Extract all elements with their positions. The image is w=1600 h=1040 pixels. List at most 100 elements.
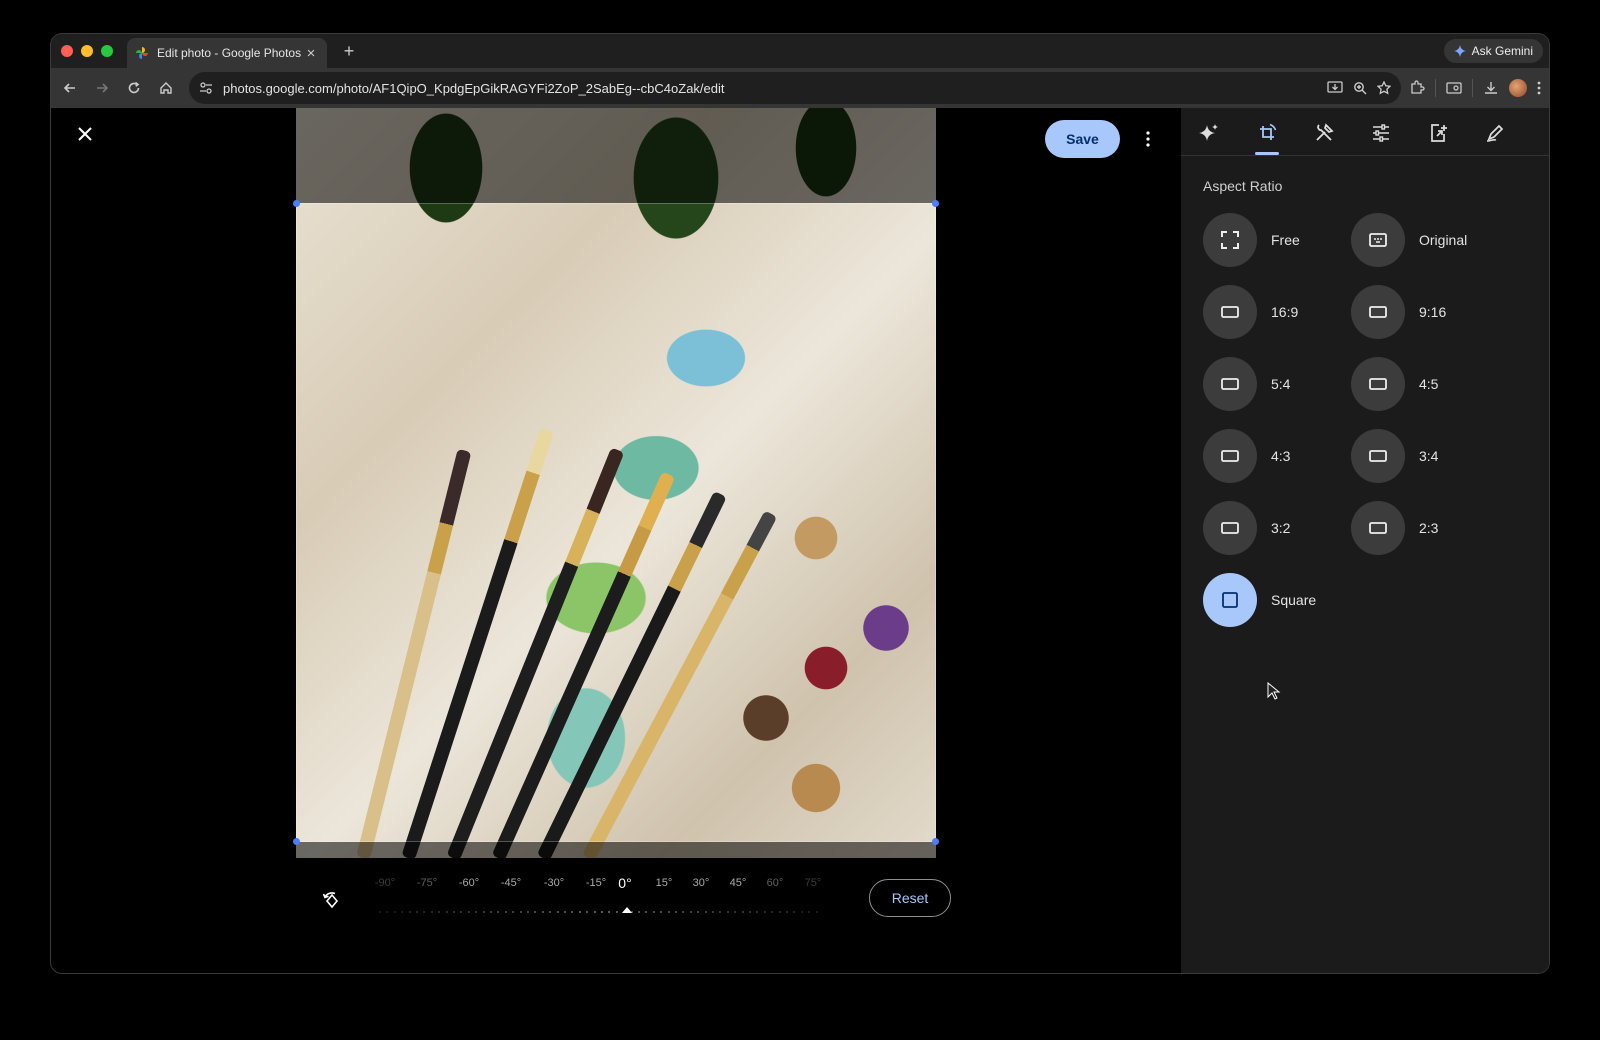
aspect-3-4-label: 3:4 [1419,448,1439,464]
original-ratio-icon [1351,213,1405,267]
new-tab-button[interactable]: + [337,39,361,63]
close-editor-button[interactable] [71,120,99,148]
dial-tick [712,911,714,913]
rectangle-icon [1203,429,1257,483]
zoom-icon[interactable] [1353,81,1367,95]
reset-button[interactable]: Reset [869,879,951,917]
crop-frame[interactable] [293,200,939,845]
side-panel-search-icon[interactable] [1446,80,1462,96]
crop-handle-bottom-left[interactable] [293,838,300,845]
dial-label: 30° [692,877,710,889]
aspect-2-3-option[interactable]: 2:3 [1351,501,1438,555]
sparkle-icon [1199,124,1218,141]
back-button[interactable] [54,72,86,104]
dial-tick [704,911,707,913]
dial-tick [645,911,648,913]
dial-tick [689,911,692,913]
bookmark-star-icon[interactable] [1377,81,1391,95]
dial-tick [393,911,396,913]
ask-gemini-button[interactable]: Ask Gemini [1443,39,1543,63]
dial-tick [593,911,596,913]
aspect-4-3-label: 4:3 [1271,448,1291,464]
maximize-window-button[interactable] [101,45,113,57]
dial-tick [586,911,589,913]
profile-avatar[interactable] [1509,79,1527,97]
rectangle-icon [1351,357,1405,411]
download-icon[interactable] [1483,80,1499,96]
dial-tick [800,911,803,913]
dial-tick [401,911,404,913]
dial-tick [638,911,640,913]
rotate-button[interactable] [319,888,345,914]
dial-tick [675,911,677,913]
dial-tick [475,911,478,913]
aspect-9-16-option[interactable]: 9:16 [1351,285,1446,339]
aspect-original-label: Original [1419,232,1468,248]
dial-label: -90° [374,877,396,889]
mouse-cursor-icon [1267,682,1281,700]
minimize-window-button[interactable] [81,45,93,57]
forward-button[interactable] [86,72,118,104]
dial-tick [379,911,381,913]
straighten-dial[interactable]: -90° -75° -60° -45° -30° -15° 0° 15° 30°… [371,873,831,923]
address-bar[interactable]: photos.google.com/photo/AF1QipO_KpdgEpGi… [189,72,1401,104]
browser-toolbar: photos.google.com/photo/AF1QipO_KpdgEpGi… [51,68,1549,108]
extensions-icon[interactable] [1409,80,1425,96]
more-options-button[interactable] [1136,124,1160,154]
browser-menu-icon[interactable] [1537,81,1541,95]
aspect-4-5-option[interactable]: 4:5 [1351,357,1438,411]
aspect-3-2-option[interactable]: 3:2 [1203,501,1290,555]
tab-tools[interactable] [1307,116,1341,150]
aspect-5-4-option[interactable]: 5:4 [1203,357,1290,411]
tab-crop-rotate[interactable] [1250,116,1284,150]
aspect-ratio-title: Aspect Ratio [1203,178,1283,194]
tab-close-icon[interactable]: × [303,45,319,62]
rectangle-icon [1351,285,1405,339]
crop-handle-top-left[interactable] [293,200,300,207]
dial-tick [793,911,796,913]
dial-tick [453,911,455,913]
browser-tab[interactable]: Edit photo - Google Photos × [127,38,327,68]
tab-adjust[interactable] [1364,116,1398,150]
tab-export[interactable] [1421,116,1455,150]
aspect-4-3-option[interactable]: 4:3 [1203,429,1290,483]
toolbar-divider [1435,79,1436,97]
dial-tick [504,911,507,913]
crop-handle-top-right[interactable] [932,200,939,207]
more-vert-icon [1146,131,1150,147]
tab-auto-enhance[interactable] [1192,116,1226,150]
dial-tick [430,911,433,913]
rotate-left-icon [322,892,339,909]
aspect-16-9-label: 16:9 [1271,304,1299,320]
dial-tick [416,911,418,913]
dial-tick [763,911,766,913]
reload-button[interactable] [118,72,150,104]
aspect-square-option[interactable]: Square [1203,573,1316,627]
aspect-original-option[interactable]: Original [1351,213,1467,267]
dial-pointer [622,907,632,913]
export-frame-icon [1431,124,1447,142]
crop-handle-bottom-right[interactable] [932,838,939,845]
tab-markup[interactable] [1478,116,1512,150]
site-settings-icon[interactable] [199,81,213,95]
close-window-button[interactable] [61,45,73,57]
save-button[interactable]: Save [1045,120,1120,158]
install-app-icon[interactable] [1327,81,1343,95]
toolbar-divider [1472,79,1473,97]
tune-icon [1373,124,1389,142]
dial-tick [682,911,685,913]
active-tab-indicator [1255,152,1279,155]
aspect-3-4-option[interactable]: 3:4 [1351,429,1438,483]
aspect-free-option[interactable]: Free [1203,213,1300,267]
dial-tick [512,911,515,913]
dial-tick [467,911,470,913]
close-icon [78,127,92,141]
aspect-16-9-option[interactable]: 16:9 [1203,285,1298,339]
dial-tick [423,911,426,913]
dial-tick [786,911,788,913]
dial-tick [719,911,722,913]
aspect-3-2-label: 3:2 [1271,520,1291,536]
dial-tick [541,911,544,913]
dial-tick [726,911,729,913]
home-button[interactable] [150,72,182,104]
